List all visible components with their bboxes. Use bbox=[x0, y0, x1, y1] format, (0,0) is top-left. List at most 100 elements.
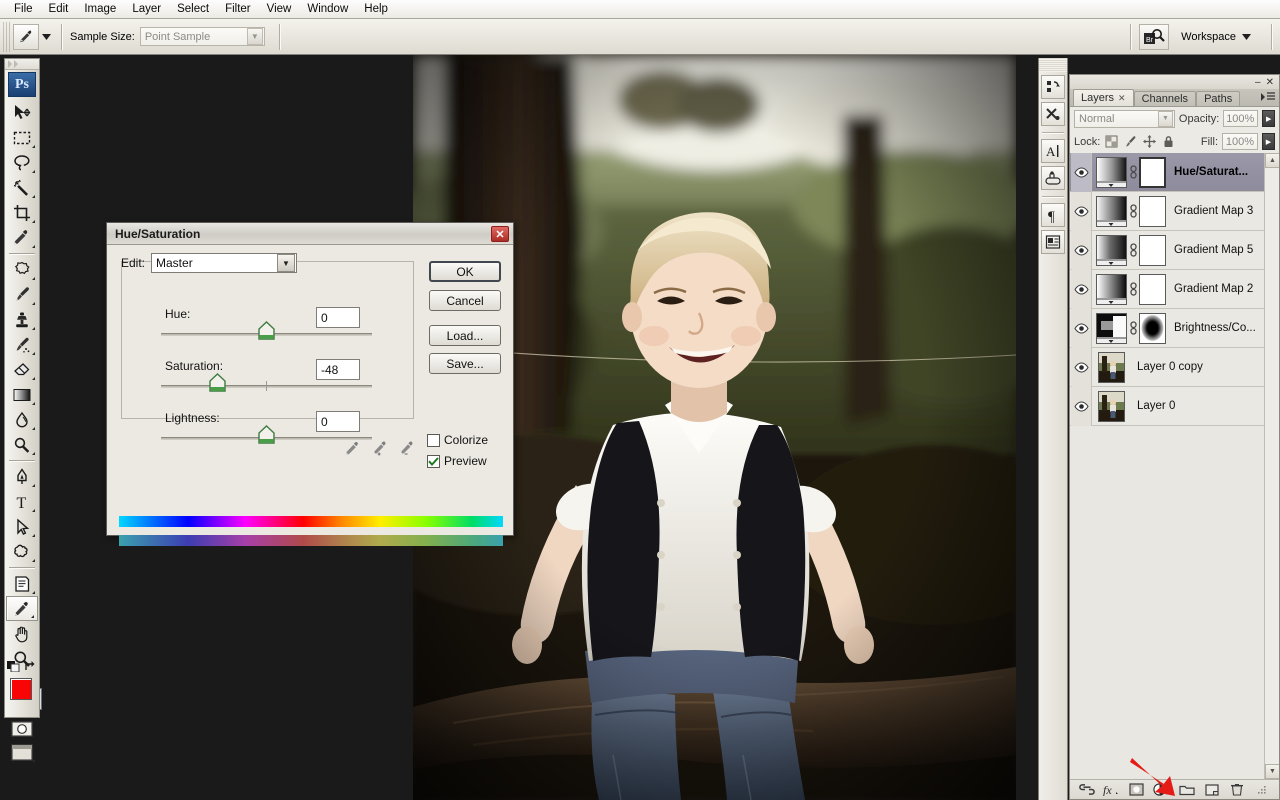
layer-style-fx-icon[interactable]: fx bbox=[1102, 781, 1121, 798]
menu-select[interactable]: Select bbox=[169, 2, 217, 16]
gradient-tool[interactable] bbox=[6, 382, 38, 407]
panel-menu-icon[interactable] bbox=[1261, 92, 1275, 104]
layer-visibility-toggle[interactable] bbox=[1071, 386, 1092, 426]
saturation-slider-thumb[interactable] bbox=[208, 373, 227, 395]
blend-mode-chevron-down-icon[interactable]: ▼ bbox=[1157, 110, 1173, 127]
link-mask-icon[interactable] bbox=[1127, 165, 1139, 179]
blur-tool[interactable] bbox=[6, 407, 38, 432]
layer-list[interactable]: Hue/Saturat... Gradient Map 3 Gradient M… bbox=[1070, 153, 1279, 779]
screen-mode-button[interactable] bbox=[6, 740, 38, 764]
eyedropper-plus-icon[interactable] bbox=[368, 438, 390, 458]
layer-comps-panel-icon[interactable] bbox=[1041, 230, 1065, 254]
layer-thumbnail[interactable] bbox=[1096, 156, 1127, 188]
menu-layer[interactable]: Layer bbox=[124, 2, 169, 16]
scroll-down-icon[interactable]: ▼ bbox=[1265, 764, 1279, 779]
delete-layer-trash-icon[interactable] bbox=[1228, 781, 1247, 798]
tab-layers[interactable]: Layers ✕ bbox=[1073, 89, 1134, 106]
opacity-stepper-icon[interactable]: ▶ bbox=[1262, 110, 1275, 127]
table-row[interactable]: Layer 0 copy bbox=[1070, 347, 1264, 387]
layer-mask-thumbnail[interactable] bbox=[1139, 195, 1166, 227]
resize-grip-icon[interactable] bbox=[1253, 781, 1272, 798]
link-mask-icon[interactable] bbox=[1127, 204, 1139, 218]
workspace-button[interactable]: Workspace bbox=[1169, 24, 1263, 50]
hue-slider-thumb[interactable] bbox=[257, 321, 276, 343]
layer-visibility-toggle[interactable] bbox=[1071, 153, 1092, 192]
lock-position-icon[interactable] bbox=[1142, 134, 1157, 149]
link-layers-icon[interactable] bbox=[1077, 781, 1096, 798]
eyedropper-minus-icon[interactable] bbox=[395, 438, 417, 458]
lock-all-icon[interactable] bbox=[1161, 134, 1176, 149]
menu-window[interactable]: Window bbox=[299, 2, 356, 16]
preview-checkbox-row[interactable]: Preview bbox=[427, 454, 487, 468]
swap-colors-icon[interactable] bbox=[24, 661, 36, 675]
add-layer-mask-icon[interactable] bbox=[1127, 781, 1146, 798]
layer-mask-thumbnail[interactable] bbox=[1139, 156, 1166, 188]
menu-help[interactable]: Help bbox=[356, 2, 396, 16]
eyedropper-tool[interactable] bbox=[6, 596, 38, 621]
save-button[interactable]: Save... bbox=[429, 353, 501, 374]
eyedropper-icon[interactable] bbox=[341, 438, 363, 458]
lightness-value-input[interactable]: 0 bbox=[316, 411, 360, 432]
table-row[interactable]: Gradient Map 2 bbox=[1070, 269, 1264, 309]
character-panel-icon[interactable]: A bbox=[1041, 139, 1065, 163]
move-tool[interactable] bbox=[6, 100, 38, 125]
layer-thumbnail[interactable] bbox=[1098, 390, 1125, 422]
table-row[interactable]: Brightness/Co... bbox=[1070, 308, 1264, 348]
default-colors-icon[interactable] bbox=[7, 661, 21, 675]
new-adjustment-layer-icon[interactable] bbox=[1152, 781, 1171, 798]
layer-thumbnail[interactable] bbox=[1098, 351, 1125, 383]
paintbrush-tool[interactable] bbox=[6, 282, 38, 307]
close-icon[interactable]: ✕ bbox=[1266, 77, 1274, 88]
path-selection-tool[interactable] bbox=[6, 514, 38, 539]
table-row[interactable]: Gradient Map 3 bbox=[1070, 191, 1264, 231]
dodge-tool[interactable] bbox=[6, 432, 38, 457]
menu-edit[interactable]: Edit bbox=[41, 2, 77, 16]
colorize-checkbox-row[interactable]: Colorize bbox=[427, 433, 488, 447]
notes-tool[interactable] bbox=[6, 571, 38, 596]
new-group-folder-icon[interactable] bbox=[1178, 781, 1197, 798]
lightness-slider-thumb[interactable] bbox=[257, 425, 276, 447]
dock-grip[interactable] bbox=[1039, 58, 1067, 72]
clone-stamp-tool[interactable] bbox=[6, 307, 38, 332]
new-layer-icon[interactable] bbox=[1203, 781, 1222, 798]
layer-visibility-toggle[interactable] bbox=[1071, 347, 1092, 387]
table-row[interactable]: Layer 0 bbox=[1070, 386, 1264, 426]
pen-tool[interactable] bbox=[6, 464, 38, 489]
sample-size-chevron-down-icon[interactable]: ▼ bbox=[246, 28, 263, 45]
layer-visibility-toggle[interactable] bbox=[1071, 308, 1092, 348]
quick-mask-mode-button[interactable] bbox=[6, 718, 38, 740]
link-mask-icon[interactable] bbox=[1127, 321, 1139, 335]
hue-value-input[interactable]: 0 bbox=[316, 307, 360, 328]
layers-scrollbar[interactable]: ▲ ▼ bbox=[1264, 153, 1279, 779]
layer-thumbnail[interactable] bbox=[1096, 234, 1127, 266]
close-icon[interactable]: ✕ bbox=[491, 226, 509, 242]
history-brush-tool[interactable] bbox=[6, 332, 38, 357]
layer-thumbnail[interactable] bbox=[1096, 273, 1127, 305]
tab-layers-close-icon[interactable]: ✕ bbox=[1118, 93, 1126, 104]
paragraph-panel-icon[interactable]: ¶ bbox=[1041, 203, 1065, 227]
sample-size-select[interactable]: Point Sample ▼ bbox=[139, 27, 265, 46]
eraser-tool[interactable] bbox=[6, 357, 38, 382]
fill-value[interactable]: 100% bbox=[1222, 133, 1258, 150]
rectangular-marquee-tool[interactable] bbox=[6, 125, 38, 150]
dialog-titlebar[interactable]: Hue/Saturation ✕ bbox=[107, 223, 513, 245]
link-mask-icon[interactable] bbox=[1127, 243, 1139, 257]
layer-visibility-toggle[interactable] bbox=[1071, 269, 1092, 309]
tool-presets-panel-icon[interactable] bbox=[1041, 102, 1065, 126]
opacity-value[interactable]: 100% bbox=[1223, 110, 1259, 127]
layer-visibility-toggle[interactable] bbox=[1071, 230, 1092, 270]
menu-view[interactable]: View bbox=[259, 2, 300, 16]
colorize-checkbox[interactable] bbox=[427, 433, 440, 447]
menu-filter[interactable]: Filter bbox=[217, 2, 259, 16]
options-bar-grip[interactable] bbox=[3, 21, 11, 52]
lock-image-icon[interactable] bbox=[1123, 134, 1138, 149]
edit-channel-chevron-down-icon[interactable]: ▼ bbox=[277, 254, 296, 272]
type-tool[interactable]: T bbox=[6, 489, 38, 514]
layer-mask-thumbnail[interactable] bbox=[1139, 234, 1166, 266]
edit-channel-select[interactable]: Master ▼ bbox=[151, 253, 298, 273]
preview-checkbox[interactable] bbox=[427, 454, 440, 468]
magic-wand-tool[interactable] bbox=[6, 175, 38, 200]
layer-visibility-toggle[interactable] bbox=[1071, 191, 1092, 231]
ok-button[interactable]: OK bbox=[429, 261, 501, 282]
layer-thumbnail[interactable] bbox=[1096, 312, 1127, 344]
